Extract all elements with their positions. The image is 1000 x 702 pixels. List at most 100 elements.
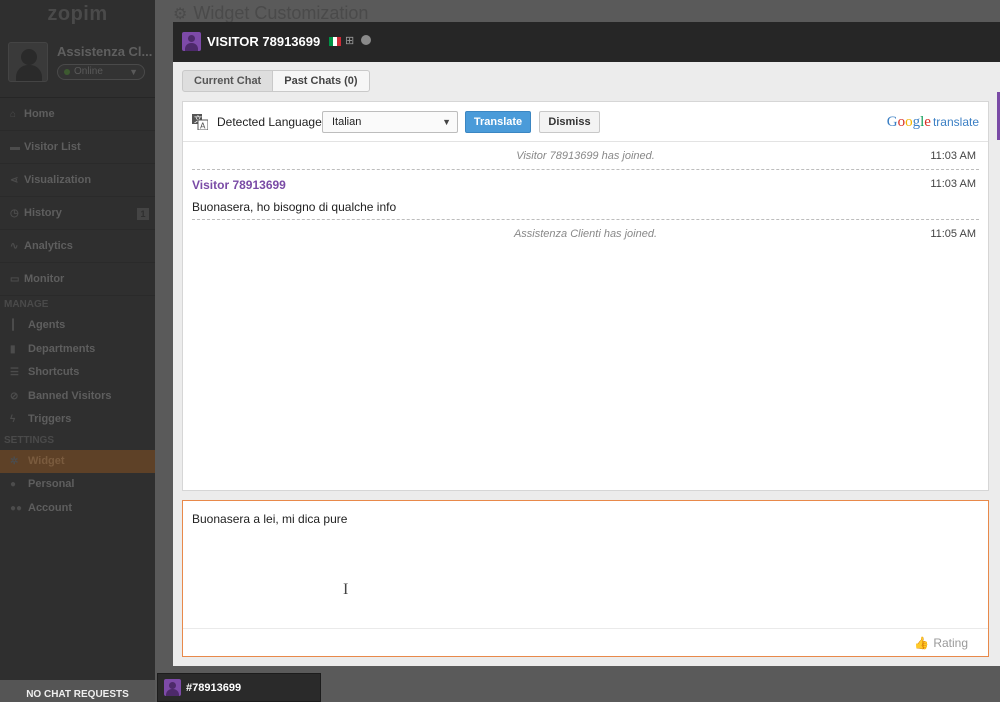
ban-icon: ⊘ — [10, 390, 19, 402]
status-dot-icon — [64, 69, 70, 75]
chart-icon: ∿ — [10, 241, 19, 252]
bolt-icon: ϟ — [10, 414, 16, 425]
page-title: Widget Customization — [193, 3, 369, 23]
nav-item-visualization[interactable]: ⋖ Visualization — [0, 164, 155, 197]
building-icon: ▮ — [10, 343, 16, 355]
system-message: Visitor 78913699 has joined. 11:03 AM — [192, 142, 979, 170]
chat-requests-bar: NO CHAT REQUESTS — [0, 680, 155, 702]
gear-icon: ✲ — [10, 455, 19, 467]
status-select[interactable]: Online ▼ — [57, 64, 145, 80]
chevron-down-icon: ▼ — [129, 67, 138, 77]
nav-label: Departments — [28, 342, 96, 355]
chat-transcript-panel: 文 A Detected Language Italian ▼ Translat… — [182, 101, 989, 491]
translate-button[interactable]: Translate — [465, 111, 531, 133]
profile-name: Assistenza Cl... — [57, 44, 153, 59]
message-input[interactable]: Buonasera a lei, mi dica pure I 👍 Rating — [182, 500, 989, 657]
italy-flag-icon — [329, 37, 341, 46]
nav-item-departments[interactable]: ▮ Departments — [0, 338, 155, 362]
system-message: Assistenza Clienti has joined. 11:05 AM — [192, 220, 979, 248]
nav-item-widget[interactable]: ✲ Widget — [0, 449, 155, 473]
translate-bar: 文 A Detected Language Italian ▼ Translat… — [183, 102, 988, 142]
nav-item-account[interactable]: ●● Account — [0, 497, 155, 521]
svg-text:A: A — [200, 122, 206, 131]
windows-icon: ⊞ — [345, 35, 355, 47]
input-footer: 👍 Rating — [183, 628, 988, 656]
nav-label: Shortcuts — [28, 366, 80, 378]
gear-icon: ⚙ — [173, 6, 188, 23]
detected-language-label: Detected Language — [217, 115, 322, 129]
translate-word: translate — [932, 115, 979, 129]
nav-item-monitor[interactable]: ▭ Monitor — [0, 263, 155, 296]
clock-icon: ◷ — [10, 208, 19, 219]
nav-label: Agents — [28, 319, 66, 331]
history-badge: 1 — [137, 208, 149, 220]
browser-icon — [361, 35, 371, 45]
visitor-avatar-icon — [182, 32, 201, 51]
message-time: 11:05 AM — [930, 228, 976, 240]
language-select[interactable]: Italian ▼ — [322, 111, 458, 133]
nav-item-analytics[interactable]: ∿ Analytics — [0, 230, 155, 263]
nav-heading-manage: MANAGE — [4, 299, 49, 310]
nav-item-history[interactable]: ◷ History 1 — [0, 197, 155, 230]
agent-profile: Assistenza Cl... Online ▼ — [0, 30, 155, 98]
nav-label: Home — [24, 108, 55, 120]
nav-label: Visitor List — [24, 141, 81, 153]
text-cursor-icon: I — [343, 581, 349, 598]
nav-item-visitor-list[interactable]: ▬ Visitor List — [0, 131, 155, 164]
nav-item-personal[interactable]: ● Personal — [0, 473, 155, 497]
google-translate-logo: Google translate — [887, 114, 979, 131]
thumbs-up-icon: 👍 — [914, 636, 930, 650]
nav-label: Widget — [28, 454, 65, 467]
flag-stripe — [337, 37, 341, 46]
system-message-text: Visitor 78913699 has joined. — [516, 150, 655, 162]
monitor-icon: ▭ — [10, 274, 20, 285]
share-icon: ⋖ — [10, 175, 19, 186]
nav-heading-settings: SETTINGS — [4, 434, 55, 446]
app-logo: zopim — [47, 3, 108, 25]
rating-label: Rating — [933, 636, 968, 650]
avatar — [8, 42, 48, 82]
nav-item-triggers[interactable]: ϟ Triggers — [0, 408, 155, 432]
chevron-down-icon: ▼ — [442, 117, 451, 127]
message-time: 11:03 AM — [930, 178, 976, 190]
message-list: Visitor 78913699 has joined. 11:03 AM Vi… — [183, 142, 988, 248]
message-body: Buonasera, ho bisogno di qualche info — [192, 200, 397, 214]
nav-label: Account — [28, 501, 72, 514]
nav-label: Visualization — [24, 174, 92, 186]
group-icon: ●● — [10, 502, 23, 514]
nav-label: Personal — [28, 478, 75, 490]
chat-tabs: Current Chat Past Chats (0) — [182, 70, 370, 92]
nav-item-banned-visitors[interactable]: ⊘ Banned Visitors — [0, 385, 155, 409]
translate-icon: 文 A — [192, 114, 208, 130]
chat-tab-label: #78913699 — [186, 682, 242, 694]
chat-window: VISITOR 78913699 ⊞ Current Chat Past Cha… — [173, 22, 1000, 666]
visitor-avatar-icon — [164, 679, 181, 696]
agent-icon: ┃ — [10, 320, 17, 331]
nav-label: Monitor — [24, 273, 65, 285]
status-value: Online — [74, 66, 103, 77]
google-brand: Google — [886, 114, 931, 130]
nav-item-shortcuts[interactable]: ☰ Shortcuts — [0, 361, 155, 385]
message-author: Visitor 78913699 — [192, 178, 286, 192]
chat-titlebar: VISITOR 78913699 ⊞ — [173, 22, 1000, 62]
nav-label: Analytics — [24, 240, 73, 252]
nav-item-home[interactable]: ⌂ Home — [0, 98, 155, 131]
message-input-text[interactable]: Buonasera a lei, mi dica pure — [192, 512, 347, 526]
nav-label: Triggers — [28, 413, 72, 425]
nav-label: Banned Visitors — [28, 389, 112, 402]
nav-item-agents[interactable]: ┃ Agents — [0, 314, 155, 338]
minimized-chat-tab[interactable]: #78913699 — [157, 673, 321, 702]
dismiss-button[interactable]: Dismiss — [539, 111, 600, 133]
rating-button[interactable]: 👍 Rating — [914, 636, 968, 650]
home-icon: ⌂ — [10, 109, 17, 120]
person-icon: ● — [10, 479, 17, 490]
chat-message: Visitor 78913699 11:03 AM Buonasera, ho … — [192, 170, 979, 220]
list-icon: ☰ — [10, 367, 19, 378]
system-message-text: Assistenza Clienti has joined. — [513, 228, 658, 240]
chat-title: VISITOR 78913699 — [207, 34, 321, 49]
tab-past-chats[interactable]: Past Chats (0) — [273, 70, 370, 92]
language-select-value: Italian — [332, 116, 362, 128]
message-time: 11:03 AM — [930, 150, 976, 162]
page-title-bar: ⚙ Widget Customization — [155, 0, 1000, 23]
tab-current-chat[interactable]: Current Chat — [182, 70, 274, 92]
